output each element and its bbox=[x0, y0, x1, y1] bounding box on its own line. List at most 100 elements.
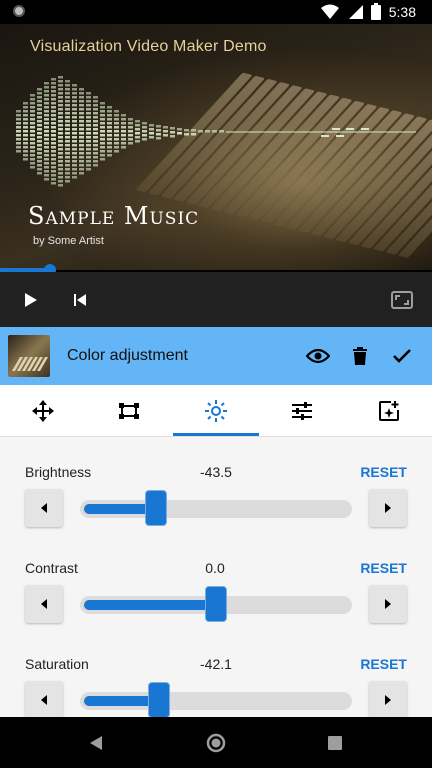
visualizer-bar bbox=[30, 154, 35, 157]
preview-button[interactable] bbox=[303, 341, 333, 371]
visualizer-bar bbox=[30, 126, 35, 129]
status-time: 5:38 bbox=[388, 3, 416, 20]
delete-button[interactable] bbox=[345, 341, 375, 371]
confirm-button[interactable] bbox=[387, 341, 417, 371]
visualizer-bar bbox=[321, 135, 329, 137]
visualizer-bar bbox=[23, 110, 28, 113]
active-tab-indicator bbox=[173, 433, 259, 436]
visualizer-bar bbox=[79, 100, 84, 103]
visualizer-bar bbox=[51, 130, 56, 133]
visualizer-bar bbox=[170, 127, 175, 130]
brightness-reset-button[interactable]: RESET bbox=[360, 464, 407, 480]
contrast-slider-handle[interactable] bbox=[205, 586, 227, 622]
add-effect-icon bbox=[379, 401, 399, 421]
visualizer-bar bbox=[65, 172, 70, 175]
play-button[interactable] bbox=[11, 272, 51, 327]
saturation-decrease-button[interactable] bbox=[25, 681, 63, 717]
visualizer-bar bbox=[72, 124, 77, 127]
visualizer-bar bbox=[156, 125, 161, 128]
visualizer-bar bbox=[72, 144, 77, 147]
contrast-value: 0.0 bbox=[205, 560, 225, 576]
visualizer-bar bbox=[37, 128, 42, 131]
visualizer-bar bbox=[44, 94, 49, 97]
visualizer-bar bbox=[58, 164, 63, 167]
visualizer-bar bbox=[156, 133, 161, 136]
saturation-reset-button[interactable]: RESET bbox=[360, 656, 407, 672]
visualizer-bar bbox=[58, 140, 63, 143]
visualizer-bar bbox=[51, 118, 56, 121]
visualizer-bar bbox=[37, 140, 42, 143]
tab-crop[interactable] bbox=[86, 385, 172, 437]
music-artist: by Some Artist bbox=[33, 235, 104, 247]
visualizer-bar bbox=[79, 160, 84, 163]
contrast-reset-button[interactable]: RESET bbox=[360, 560, 407, 576]
tab-add-effect[interactable] bbox=[346, 385, 432, 437]
visualizer-bar bbox=[72, 128, 77, 131]
home-button[interactable] bbox=[191, 717, 241, 768]
visualizer-bar bbox=[51, 142, 56, 145]
visualizer-bar bbox=[93, 100, 98, 103]
visualizer-bar bbox=[142, 122, 147, 125]
visualizer-bar bbox=[114, 130, 119, 133]
visualizer-bar bbox=[149, 136, 154, 139]
brightness-decrease-button[interactable] bbox=[25, 489, 63, 527]
back-button[interactable] bbox=[71, 717, 121, 768]
visualizer-bar bbox=[135, 136, 140, 139]
visualizer-bar bbox=[121, 146, 126, 149]
visualizer-bar bbox=[44, 138, 49, 141]
visualizer-bar bbox=[72, 172, 77, 175]
visualizer-bar bbox=[135, 120, 140, 123]
contrast-decrease-button[interactable] bbox=[25, 585, 63, 623]
visualizer-bar bbox=[100, 130, 105, 133]
visualizer-bar bbox=[93, 120, 98, 123]
check-icon bbox=[393, 349, 411, 363]
visualizer-bar bbox=[51, 114, 56, 117]
brightness-slider-handle[interactable] bbox=[145, 490, 168, 526]
visualizer-bar bbox=[30, 166, 35, 169]
visualizer-bar bbox=[332, 128, 340, 130]
visualizer-bar bbox=[219, 130, 224, 133]
visualizer-bar bbox=[72, 112, 77, 115]
visualizer-bar bbox=[51, 126, 56, 129]
visualizer-bar bbox=[128, 130, 133, 133]
skip-previous-button[interactable] bbox=[60, 272, 100, 327]
visualizer-bar bbox=[86, 152, 91, 155]
visualizer-bar bbox=[93, 140, 98, 143]
video-preview[interactable]: Visualization Video Maker Demo Sample Mu… bbox=[0, 24, 432, 270]
status-icons: 5:38 bbox=[320, 3, 416, 20]
visualizer-bar bbox=[51, 154, 56, 157]
recents-button[interactable] bbox=[310, 717, 360, 768]
visualizer-bar bbox=[93, 148, 98, 151]
visualizer-bar bbox=[191, 129, 196, 132]
visualizer-bar bbox=[86, 140, 91, 143]
visualizer-bar bbox=[86, 144, 91, 147]
visualizer-bar bbox=[16, 134, 21, 137]
visualizer-bar bbox=[23, 114, 28, 117]
visualizer-bar bbox=[65, 100, 70, 103]
tab-brightness[interactable] bbox=[173, 385, 259, 437]
visualizer-bar bbox=[16, 114, 21, 117]
visualizer-bar bbox=[37, 148, 42, 151]
fullscreen-button[interactable] bbox=[382, 272, 422, 327]
effect-title: Color adjustment bbox=[67, 347, 188, 364]
tab-move[interactable] bbox=[0, 385, 86, 437]
battery-icon bbox=[370, 3, 381, 20]
visualizer-bar bbox=[135, 124, 140, 127]
visualizer-bar bbox=[51, 78, 56, 81]
visualizer-bar bbox=[79, 164, 84, 167]
visualizer-bar bbox=[44, 106, 49, 109]
visualizer-bar bbox=[163, 126, 168, 129]
arrow-right-icon bbox=[385, 503, 391, 513]
brightness-increase-button[interactable] bbox=[369, 489, 407, 527]
fullscreen-icon bbox=[391, 290, 413, 309]
visualizer-bar bbox=[93, 124, 98, 127]
arrow-left-icon bbox=[41, 503, 47, 513]
visualizer-bar bbox=[65, 132, 70, 135]
visualizer-bar bbox=[100, 138, 105, 141]
visualizer-bar bbox=[51, 174, 56, 177]
saturation-increase-button[interactable] bbox=[369, 681, 407, 717]
tab-sliders[interactable] bbox=[259, 385, 345, 437]
visualizer-bar bbox=[58, 156, 63, 159]
saturation-slider-handle[interactable] bbox=[147, 682, 170, 717]
contrast-increase-button[interactable] bbox=[369, 585, 407, 623]
